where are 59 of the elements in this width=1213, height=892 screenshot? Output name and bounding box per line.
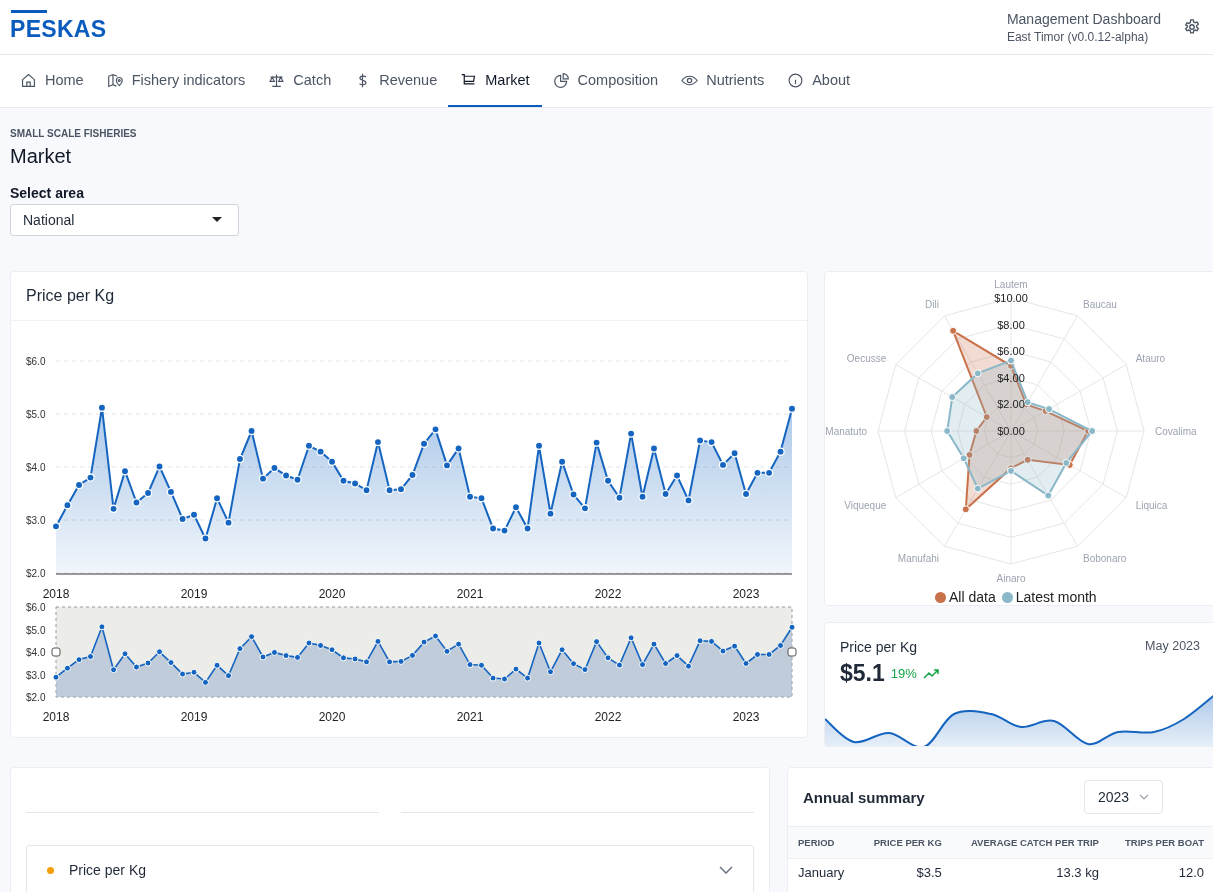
axis-label: 2022 (594, 587, 622, 601)
axis-label: 2023 (732, 710, 760, 724)
axis-label: 2018 (42, 710, 70, 724)
kpi-change: 19% (890, 666, 917, 681)
axis-label: 2020 (318, 710, 346, 724)
axis-label: $2.0 (26, 568, 46, 579)
axis-label: $5.0 (26, 624, 46, 636)
kpi-period: May 2023 (1145, 639, 1200, 655)
axis-label: Viqueque (844, 499, 887, 511)
table-cell: January (788, 858, 859, 882)
axis-label: $4.0 (26, 647, 46, 658)
column-header: TRIPS PER BOAT (1108, 826, 1213, 859)
axis-label: Oecusse (846, 352, 887, 364)
axis-label: Liquica (1135, 499, 1168, 511)
table-cell: $3.5 (858, 858, 952, 882)
axis-label: 2022 (594, 710, 622, 724)
axis-label: $4.0 (26, 462, 46, 473)
axis-label: 2019 (180, 587, 208, 601)
kpi-title: Price per Kg (840, 639, 918, 655)
axis-label: $2.00 (997, 398, 1025, 411)
axis-label: 2021 (456, 710, 484, 724)
axis-label: $3.0 (26, 515, 46, 526)
field-label: Select area (10, 185, 85, 201)
card-title: Price per Kg (26, 287, 115, 305)
axis-label: 2023 (732, 587, 760, 601)
page-eyebrow: SMALL SCALE FISHERIES (10, 128, 138, 139)
axis-label: 2018 (42, 587, 70, 601)
axis-label: $6.0 (26, 602, 46, 613)
axis-label: Bobonaro (1083, 553, 1127, 565)
axis-label: $4.00 (997, 371, 1025, 384)
axis-label: Lautem (994, 279, 1028, 290)
axis-label: $6.0 (26, 356, 46, 367)
column-header: AVERAGE CATCH PER TRIP (951, 826, 1109, 859)
dashboard-title: Management Dashboard (1006, 10, 1161, 27)
axis-label: Manufahi (897, 553, 939, 565)
axis-label: $6.00 (997, 345, 1025, 358)
column-header: PRICE PER KG (858, 826, 952, 859)
table-cell: 12.0 (1108, 858, 1213, 882)
kpi-value: $5.1 (840, 660, 885, 687)
axis-label: $2.0 (26, 692, 46, 703)
axis-label: Covalima (1155, 426, 1197, 437)
card-title: Annual summary (803, 788, 925, 806)
axis-label: Ainaro (996, 573, 1026, 584)
axis-label: $3.0 (26, 669, 46, 681)
axis-label: 2020 (318, 587, 346, 601)
dashboard-subtitle: East Timor (v0.0.12-alpha) (1006, 29, 1150, 44)
axis-label: 2019 (180, 710, 208, 724)
page-title: Market (10, 145, 73, 168)
axis-label: 2021 (456, 587, 484, 601)
axis-label: $8.00 (997, 318, 1025, 331)
column-header: PERIOD (788, 826, 859, 859)
axis-label: Manatuto (825, 426, 867, 437)
axis-label: $0.00 (997, 425, 1025, 437)
axis-label: Atauro (1135, 352, 1166, 364)
axis-label: $10.00 (994, 292, 1028, 304)
axis-label: Baucau (1083, 298, 1117, 310)
axis-label: $5.0 (26, 409, 46, 420)
table-cell: 13.3 kg (951, 858, 1109, 882)
axis-label: Dili (925, 298, 939, 310)
